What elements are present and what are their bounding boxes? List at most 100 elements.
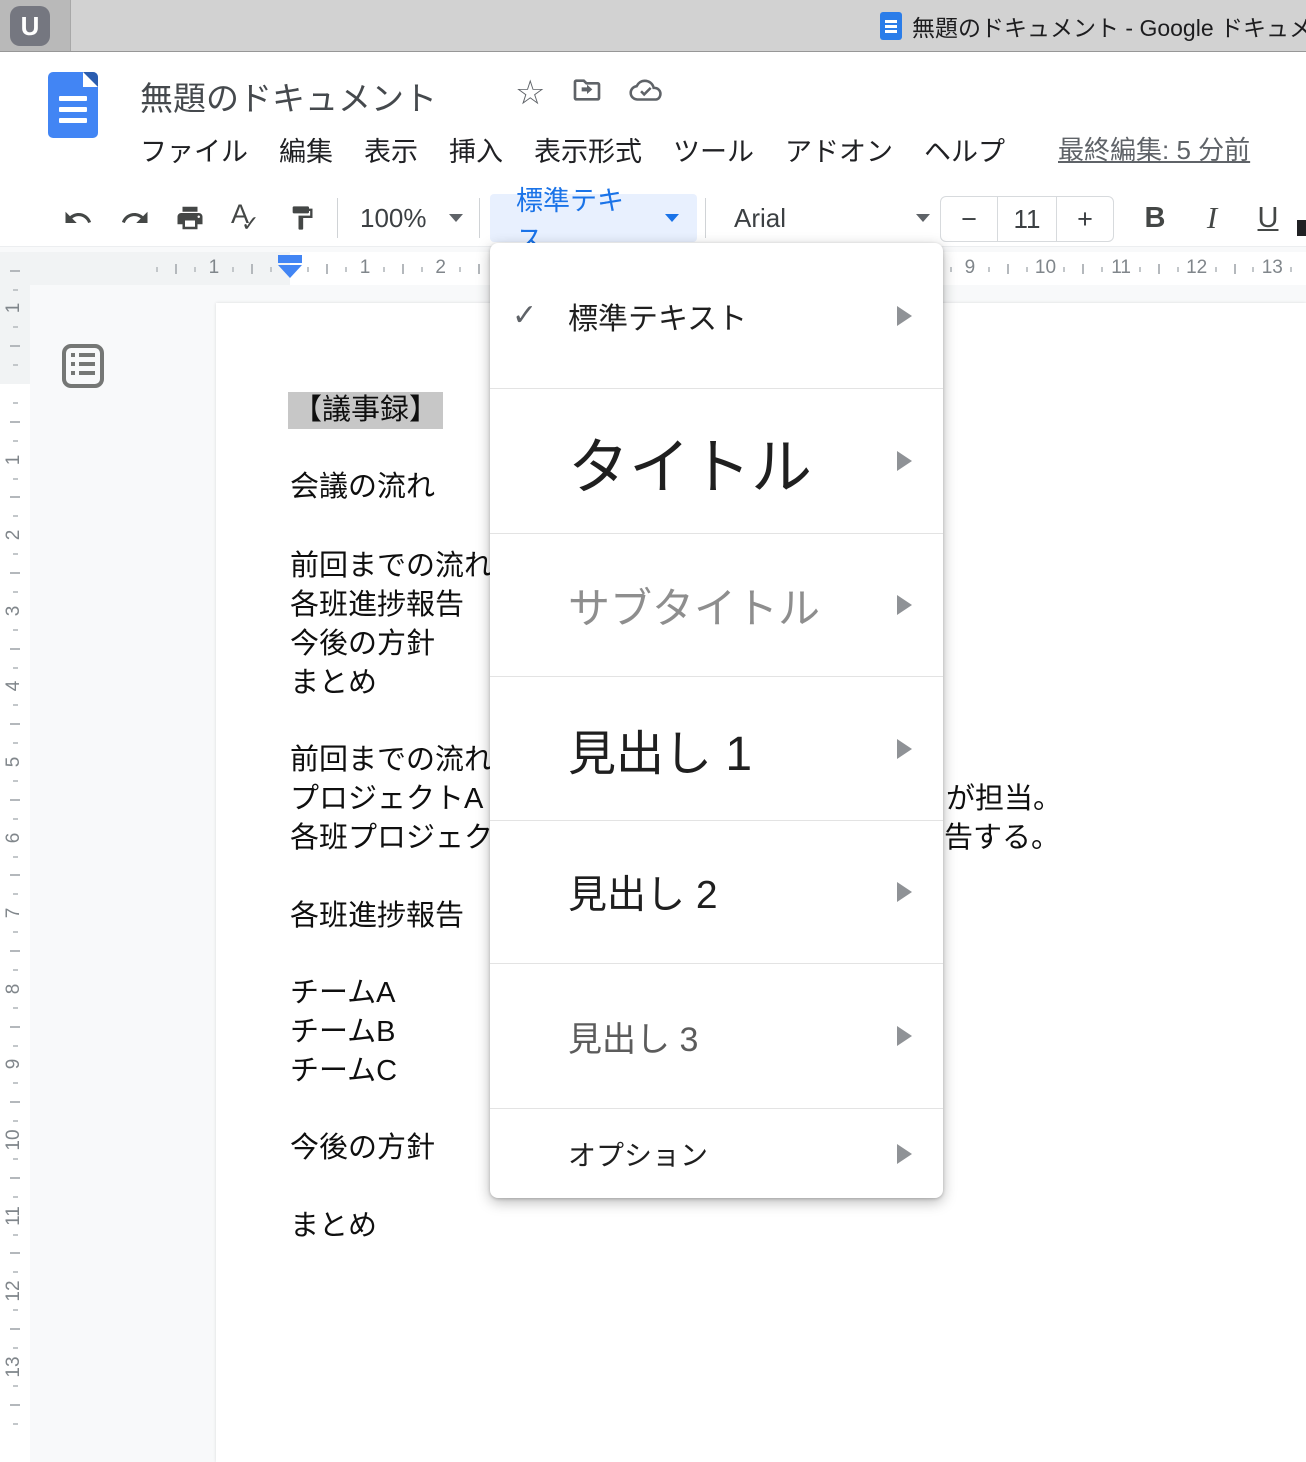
ruler-tick	[13, 1120, 18, 1122]
docs-header: 無題のドキュメント ☆ ファイル編集表示挿入表示形式ツールアドオンヘルプ 最終編…	[0, 52, 1306, 190]
outline-icon-row	[71, 371, 95, 375]
chevron-down-icon	[916, 214, 930, 222]
ruler-tick	[13, 742, 18, 744]
ruler-tick	[13, 1309, 18, 1311]
document-outline-button[interactable]	[62, 344, 104, 388]
ruler-tick	[194, 267, 196, 272]
style-option-normal[interactable]: ✓標準テキスト	[490, 243, 943, 388]
style-option-h1[interactable]: 見出し 1	[490, 677, 943, 820]
style-option-subtitle[interactable]: サブタイトル	[490, 534, 943, 676]
font-size-input[interactable]: 11	[997, 197, 1057, 241]
decrease-font-button[interactable]: −	[941, 197, 997, 241]
style-option-h2[interactable]: 見出し 2	[490, 821, 943, 963]
ruler-tick	[402, 264, 404, 274]
browser-tab-title: 無題のドキュメント - Google ドキュメン	[912, 9, 1306, 43]
italic-button[interactable]: I	[1192, 198, 1232, 238]
document-title-input[interactable]: 無題のドキュメント	[140, 72, 437, 120]
print-icon	[175, 203, 205, 233]
ruler-tick	[13, 856, 18, 858]
last-edit-link[interactable]: 最終編集: 5 分前	[1058, 130, 1250, 167]
screen: { "browser_tab": { "app_button_label": "…	[0, 0, 1306, 1462]
v-ruler-number: 1	[3, 297, 25, 319]
ruler-tick	[1007, 264, 1009, 274]
v-ruler-number: 7	[3, 902, 25, 924]
ruler-tick	[10, 270, 20, 272]
undo-button[interactable]	[58, 198, 98, 238]
move-folder-icon[interactable]	[571, 74, 603, 111]
ruler-tick	[13, 402, 18, 404]
style-option-h3[interactable]: 見出し 3	[490, 964, 943, 1108]
spellcheck-button[interactable]: A✓	[226, 198, 266, 238]
browser-chrome-corner: U	[0, 0, 71, 51]
ruler-tick	[251, 264, 253, 274]
toolbar-divider	[479, 198, 480, 238]
ruler-tick	[1101, 267, 1103, 272]
ruler-tick	[13, 1196, 18, 1198]
ruler-margin-zone	[0, 252, 290, 285]
menu-item-3[interactable]: 挿入	[449, 130, 503, 169]
zoom-select[interactable]: 100%	[352, 198, 471, 238]
v-ruler-number: 3	[3, 600, 25, 622]
ruler-tick	[10, 1101, 20, 1103]
menu-item-1[interactable]: 編集	[279, 130, 333, 169]
ruler-tick	[13, 1385, 18, 1387]
first-line-indent-marker[interactable]	[278, 255, 302, 263]
menu-item-7[interactable]: ヘルプ	[924, 130, 1005, 169]
logo-line	[59, 107, 87, 112]
redo-button[interactable]	[115, 198, 155, 238]
ruler-tick	[13, 1347, 18, 1349]
v-ruler-number: 8	[3, 978, 25, 1000]
ruler-tick	[10, 950, 20, 952]
style-option-options[interactable]: オプション	[490, 1109, 943, 1198]
paragraph-style-select[interactable]: 標準テキス...	[490, 194, 697, 242]
header-actions: ☆	[515, 74, 663, 111]
paint-format-button[interactable]	[282, 198, 322, 238]
ruler-tick	[10, 496, 20, 498]
bold-button[interactable]: B	[1135, 198, 1175, 238]
submenu-arrow-icon	[897, 739, 912, 759]
ruler-tick	[1158, 264, 1160, 274]
toolbar-divider	[705, 198, 706, 238]
ruler-tick	[13, 969, 18, 971]
h-ruler-number: 11	[1111, 257, 1131, 279]
star-button-icon[interactable]: ☆	[515, 76, 545, 110]
h-ruler-number: 12	[1186, 257, 1207, 279]
logo-fold	[83, 72, 98, 87]
menu-item-4[interactable]: 表示形式	[534, 130, 642, 169]
ruler-tick	[13, 440, 18, 442]
ruler-tick	[10, 799, 20, 801]
increase-font-button[interactable]: +	[1057, 197, 1113, 241]
zoom-value: 100%	[360, 203, 427, 234]
browser-tab[interactable]: 無題のドキュメント - Google ドキュメン	[880, 0, 1306, 51]
cloud-saved-icon[interactable]	[629, 77, 663, 108]
font-size-control: − 11 +	[940, 196, 1114, 242]
v-ruler-number: 13	[3, 1356, 25, 1378]
chevron-down-icon	[665, 214, 679, 222]
docs-logo-icon[interactable]	[48, 72, 98, 138]
ruler-tick	[1082, 264, 1084, 274]
toolbar-cutoff-icon[interactable]	[1297, 220, 1306, 236]
ruler-tick	[13, 553, 18, 555]
left-indent-marker[interactable]	[278, 265, 302, 278]
font-family-select[interactable]: Arial	[722, 198, 942, 238]
ruler-tick	[1139, 267, 1141, 272]
menu-item-5[interactable]: ツール	[673, 130, 754, 169]
print-button[interactable]	[170, 198, 210, 238]
underline-button[interactable]: U	[1248, 198, 1288, 238]
ruler-tick	[232, 267, 234, 272]
ruler-tick	[326, 264, 328, 274]
app-button-u[interactable]: U	[10, 6, 50, 46]
menu-item-6[interactable]: アドオン	[785, 130, 893, 169]
v-ruler-number: 12	[3, 1280, 25, 1302]
menu-item-2[interactable]: 表示	[364, 130, 418, 169]
style-option-title[interactable]: タイトル	[490, 389, 943, 533]
ruler-tick	[13, 1234, 18, 1236]
ruler-tick	[13, 364, 18, 366]
style-option-label: タイトル	[568, 417, 812, 506]
indent-marker[interactable]	[278, 255, 302, 278]
ruler-tick	[13, 931, 18, 933]
menu-item-0[interactable]: ファイル	[140, 130, 248, 169]
ruler-tick	[13, 893, 18, 895]
ruler-tick	[270, 267, 272, 272]
ruler-tick	[10, 1026, 20, 1028]
